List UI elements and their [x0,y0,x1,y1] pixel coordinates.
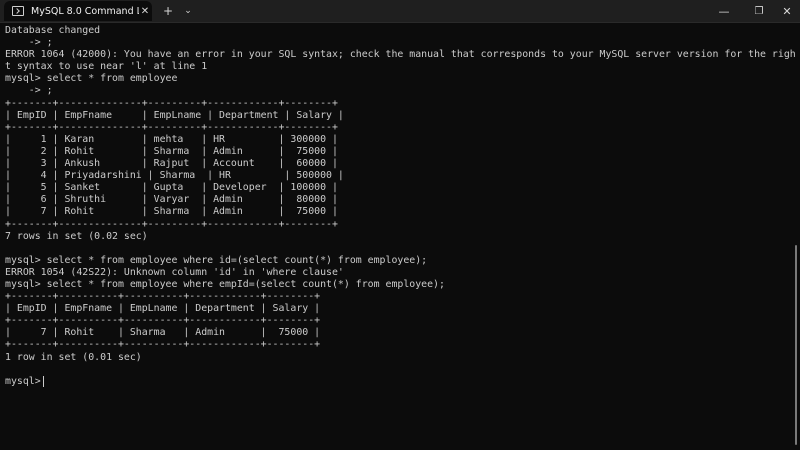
terminal-line: | 5 | Sanket | Gupta | Developer | 10000… [5,182,338,194]
terminal-icon [12,6,24,16]
title-bar: MySQL 8.0 Command Line Cli ✕ + ⌄ — ❐ ✕ [0,0,800,23]
terminal-line: | 7 | Rohit | Sharma | Admin | 75000 | [5,206,338,218]
terminal-line: | EmpID | EmpFname | EmpLname | Departme… [5,303,321,315]
terminal-line: ERROR 1054 (42S22): Unknown column 'id' … [5,266,344,278]
scrollbar[interactable] [795,245,797,445]
terminal-line: +-------+--------------+---------+------… [5,218,338,230]
text-cursor [42,376,44,388]
terminal-line: +-------+----------+----------+---------… [5,315,321,327]
terminal-line: -> ; [5,85,53,97]
terminal-line: | 1 | Karan | mehta | HR | 300000 | [5,133,338,145]
terminal-line: t syntax to use near 'l' at line 1 [5,61,208,73]
new-tab-button[interactable]: + [160,2,176,20]
terminal-line: ERROR 1064 (42000): You have an error in… [5,49,796,61]
minimize-button[interactable]: — [710,2,738,20]
terminal-line: +-------+--------------+---------+------… [5,97,338,109]
terminal-line: -> ; [5,37,53,49]
terminal-line: | 3 | Ankush | Rajput | Account | 60000 … [5,158,338,170]
command-prompt[interactable]: mysql> [5,376,785,388]
terminal-line: | 6 | Shruthi | Varyar | Admin | 80000 | [5,194,338,206]
tab-mysql-cli[interactable]: MySQL 8.0 Command Line Cli ✕ [4,1,152,21]
terminal-line: Database changed [5,25,101,36]
terminal-output[interactable]: Database changed -> ; ERROR 1064 (42000):… [5,25,796,445]
close-window-button[interactable]: ✕ [776,2,798,20]
terminal-line: +-------+--------------+---------+------… [5,121,338,133]
terminal-line: | EmpID | EmpFname | EmpLname | Departme… [5,109,344,121]
chevron-down-icon[interactable]: ⌄ [181,2,195,20]
terminal-line: mysql> select * from employee [5,73,178,85]
terminal-line: mysql> select * from employee where empI… [5,278,445,290]
terminal-line: 7 rows in set (0.02 sec) [5,230,148,242]
close-tab-icon[interactable]: ✕ [139,6,151,17]
terminal-line: | 2 | Rohit | Sharma | Admin | 75000 | [5,145,338,157]
terminal-line: | 7 | Rohit | Sharma | Admin | 75000 | [5,327,321,339]
prompt-text: mysql> [5,375,41,387]
terminal-line: +-------+----------+----------+---------… [5,339,321,351]
terminal-line: mysql> select * from employee where id=(… [5,254,428,266]
terminal-line: | 4 | Priyadarshini | Sharma | HR | 5000… [5,170,344,182]
terminal-line: 1 row in set (0.01 sec) [5,351,142,363]
tab-title: MySQL 8.0 Command Line Cli [31,5,139,17]
maximize-button[interactable]: ❐ [745,2,773,20]
terminal-line: +-------+----------+----------+---------… [5,291,321,303]
